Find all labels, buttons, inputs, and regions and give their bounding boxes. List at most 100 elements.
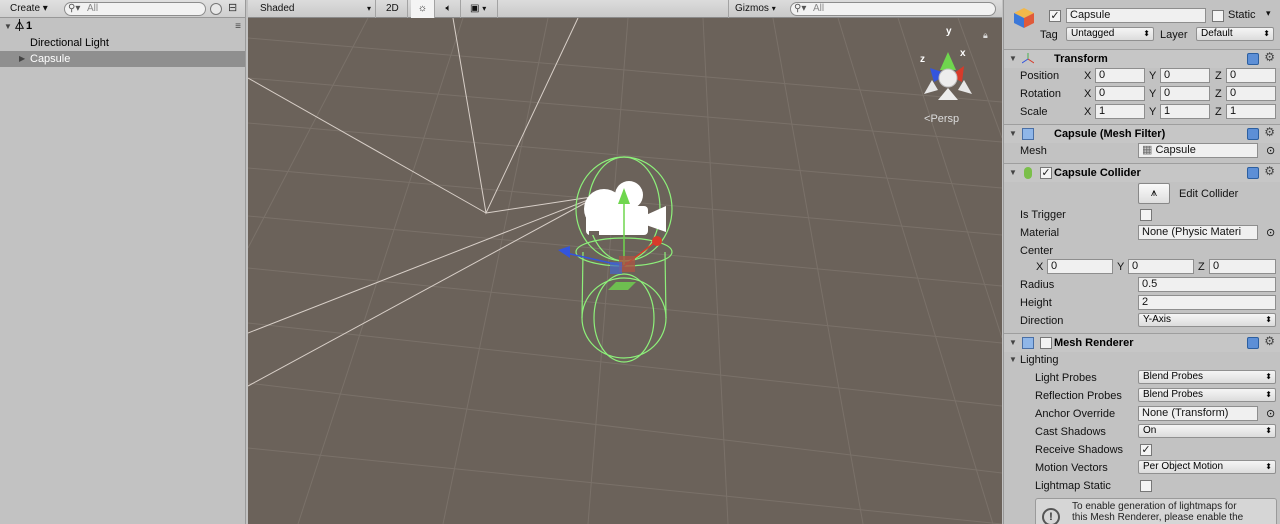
renderer-enabled-checkbox[interactable] bbox=[1040, 337, 1052, 349]
radius-field[interactable]: 0.5 bbox=[1138, 277, 1276, 292]
help-book-icon[interactable] bbox=[1247, 167, 1259, 179]
search-placeholder: All bbox=[813, 3, 825, 14]
lightmap-static-checkbox[interactable] bbox=[1140, 480, 1152, 492]
height-field[interactable]: 2 bbox=[1138, 295, 1276, 310]
scale-label: Scale bbox=[1020, 106, 1048, 118]
position-x-field[interactable]: 0 bbox=[1095, 68, 1145, 83]
search-placeholder: All bbox=[87, 3, 99, 14]
axis-z-label: Z bbox=[1215, 70, 1222, 82]
light-direction-lines bbox=[248, 18, 599, 387]
create-button[interactable]: Create ▾ bbox=[4, 1, 54, 17]
center-z-field[interactable]: 0 bbox=[1209, 259, 1276, 274]
audio-toggle[interactable]: 🔈︎ bbox=[437, 0, 461, 18]
anchor-override-field[interactable]: None (Transform) bbox=[1138, 406, 1258, 421]
gizmo-z-label: z bbox=[920, 54, 925, 65]
static-dropdown-arrow-icon[interactable]: ▾ bbox=[1266, 8, 1271, 19]
receive-shadows-checkbox[interactable]: ✓ bbox=[1140, 444, 1152, 456]
object-picker-icon[interactable]: ⊙ bbox=[1266, 226, 1275, 239]
projection-text: Persp bbox=[930, 113, 959, 125]
reflection-probes-dropdown[interactable]: Blend Probes ⬍ bbox=[1138, 388, 1276, 402]
object-name-field[interactable]: Capsule bbox=[1066, 8, 1206, 23]
active-checkbox[interactable]: ✓ bbox=[1049, 10, 1061, 22]
dropdown-arrow-icon: ▾ bbox=[482, 4, 487, 13]
clear-search-button[interactable] bbox=[210, 3, 222, 15]
rotation-x-field[interactable]: 0 bbox=[1095, 86, 1145, 101]
center-y-field[interactable]: 0 bbox=[1128, 259, 1194, 274]
2d-toggle[interactable]: 2D bbox=[380, 0, 408, 18]
gizmos-dropdown[interactable]: Gizmos ▾ bbox=[728, 0, 786, 18]
position-z-field[interactable]: 0 bbox=[1226, 68, 1276, 83]
radius-value: 0.5 bbox=[1142, 278, 1158, 290]
expand-arrow-icon[interactable]: ▶ bbox=[19, 51, 25, 67]
height-value: 2 bbox=[1142, 296, 1149, 308]
scale-x-field[interactable]: 1 bbox=[1095, 104, 1145, 119]
hierarchy-item-label: Directional Light bbox=[30, 37, 109, 49]
collider-icon bbox=[1024, 167, 1032, 179]
fold-arrow-icon[interactable]: ▼ bbox=[1009, 338, 1017, 347]
object-picker-icon[interactable]: ⊙ bbox=[1266, 144, 1275, 157]
is-trigger-checkbox[interactable] bbox=[1140, 209, 1152, 221]
collider-enabled-checkbox[interactable]: ✓ bbox=[1040, 167, 1052, 179]
receive-shadows-label: Receive Shadows bbox=[1035, 444, 1124, 456]
rotation-y-field[interactable]: 0 bbox=[1160, 86, 1210, 101]
gizmo-lock-icon: 🔒︎ bbox=[983, 30, 988, 40]
position-y-field[interactable]: 0 bbox=[1160, 68, 1210, 83]
hierarchy-item-selected[interactable]: ▶ Capsule bbox=[0, 51, 245, 67]
mesh-renderer-title: Mesh Renderer bbox=[1054, 337, 1134, 349]
help-book-icon[interactable] bbox=[1247, 128, 1259, 140]
direction-dropdown[interactable]: Y-Axis ⬍ bbox=[1138, 313, 1276, 327]
object-picker-icon[interactable]: ⊙ bbox=[1266, 407, 1275, 420]
help-book-icon[interactable] bbox=[1247, 53, 1259, 65]
scene-search-input[interactable]: ⚲▾ All bbox=[790, 2, 996, 16]
gear-icon[interactable]: ⚙ bbox=[1264, 125, 1275, 139]
field-value: 0 bbox=[1051, 260, 1058, 272]
projection-label[interactable]: <Persp bbox=[924, 113, 959, 125]
hierarchy-search-input[interactable]: ⚲▾ All bbox=[64, 2, 206, 16]
light-probes-dropdown[interactable]: Blend Probes ⬍ bbox=[1138, 370, 1276, 384]
layer-dropdown[interactable]: Default ⬍ bbox=[1196, 27, 1274, 41]
fold-arrow-icon[interactable]: ▼ bbox=[1009, 168, 1017, 177]
edit-collider-button[interactable]: ⩚ bbox=[1138, 183, 1170, 204]
hierarchy-item[interactable]: Directional Light bbox=[0, 35, 245, 51]
scene-menu-icon[interactable]: ≡ bbox=[235, 18, 241, 35]
static-checkbox[interactable] bbox=[1212, 10, 1224, 22]
material-field[interactable]: None (Physic Materi bbox=[1138, 225, 1258, 240]
field-value: 1 bbox=[1230, 105, 1237, 117]
scene-view[interactable]: Shaded ▾ 2D ☼ 🔈︎ ▣ ▾ Gizmos ▾ ⚲▾ All y z… bbox=[248, 0, 1002, 524]
hierarchy-lock-icon[interactable]: ⊟ bbox=[228, 1, 237, 14]
fold-arrow-icon[interactable]: ▼ bbox=[1009, 54, 1017, 63]
motion-vectors-dropdown[interactable]: Per Object Motion ⬍ bbox=[1138, 460, 1276, 474]
scene-orientation-gizmo[interactable]: y z x 🔒︎ bbox=[920, 26, 988, 100]
mesh-field[interactable]: ▦ Capsule bbox=[1138, 143, 1258, 158]
help-book-icon[interactable] bbox=[1247, 337, 1259, 349]
mesh-renderer-header[interactable]: ▼ Mesh Renderer ⚙ bbox=[1004, 333, 1280, 352]
lighting-toggle[interactable]: ☼ bbox=[411, 0, 435, 18]
fold-arrow-icon[interactable]: ▼ bbox=[1009, 129, 1017, 138]
scene-fold-icon[interactable]: ▼ bbox=[4, 18, 12, 35]
shading-mode-dropdown[interactable]: Shaded ▾ bbox=[254, 0, 376, 18]
transform-header[interactable]: ▼ Transform ⚙ bbox=[1004, 49, 1280, 68]
gear-icon[interactable]: ⚙ bbox=[1264, 334, 1275, 348]
center-x-field[interactable]: 0 bbox=[1047, 259, 1113, 274]
dropdown-arrow-icon: ▾ bbox=[366, 4, 371, 13]
rotation-z-field[interactable]: 0 bbox=[1226, 86, 1276, 101]
edit-collider-icon: ⩚ bbox=[1150, 187, 1158, 199]
static-label: Static bbox=[1228, 9, 1256, 21]
tag-dropdown[interactable]: Untagged ⬍ bbox=[1066, 27, 1154, 41]
mesh-filter-header[interactable]: ▼ Capsule (Mesh Filter) ⚙ bbox=[1004, 124, 1280, 143]
scale-z-field[interactable]: 1 bbox=[1226, 104, 1276, 119]
gear-icon[interactable]: ⚙ bbox=[1264, 50, 1275, 64]
inspector-panel: ✓ Capsule Static ▾ Tag Untagged ⬍ Layer D… bbox=[1003, 0, 1280, 524]
sun-icon: ☼ bbox=[417, 3, 428, 14]
capsule-collider-header[interactable]: ▼ ✓ Capsule Collider ⚙ bbox=[1004, 163, 1280, 182]
cast-shadows-dropdown[interactable]: On ⬍ bbox=[1138, 424, 1276, 438]
camera-icon[interactable] bbox=[584, 181, 666, 235]
lighting-fold-icon[interactable]: ▼ bbox=[1009, 355, 1017, 364]
direction-label: Direction bbox=[1020, 315, 1064, 327]
effects-dropdown[interactable]: ▣ ▾ bbox=[464, 0, 498, 18]
scene-root-row[interactable]: ▼ ⏃ 1 ≡ bbox=[0, 18, 245, 35]
create-label: Create bbox=[10, 3, 41, 14]
scale-y-field[interactable]: 1 bbox=[1160, 104, 1210, 119]
gear-icon[interactable]: ⚙ bbox=[1264, 164, 1275, 178]
scene-viewport[interactable]: y z x 🔒︎ <Persp bbox=[248, 18, 1002, 524]
